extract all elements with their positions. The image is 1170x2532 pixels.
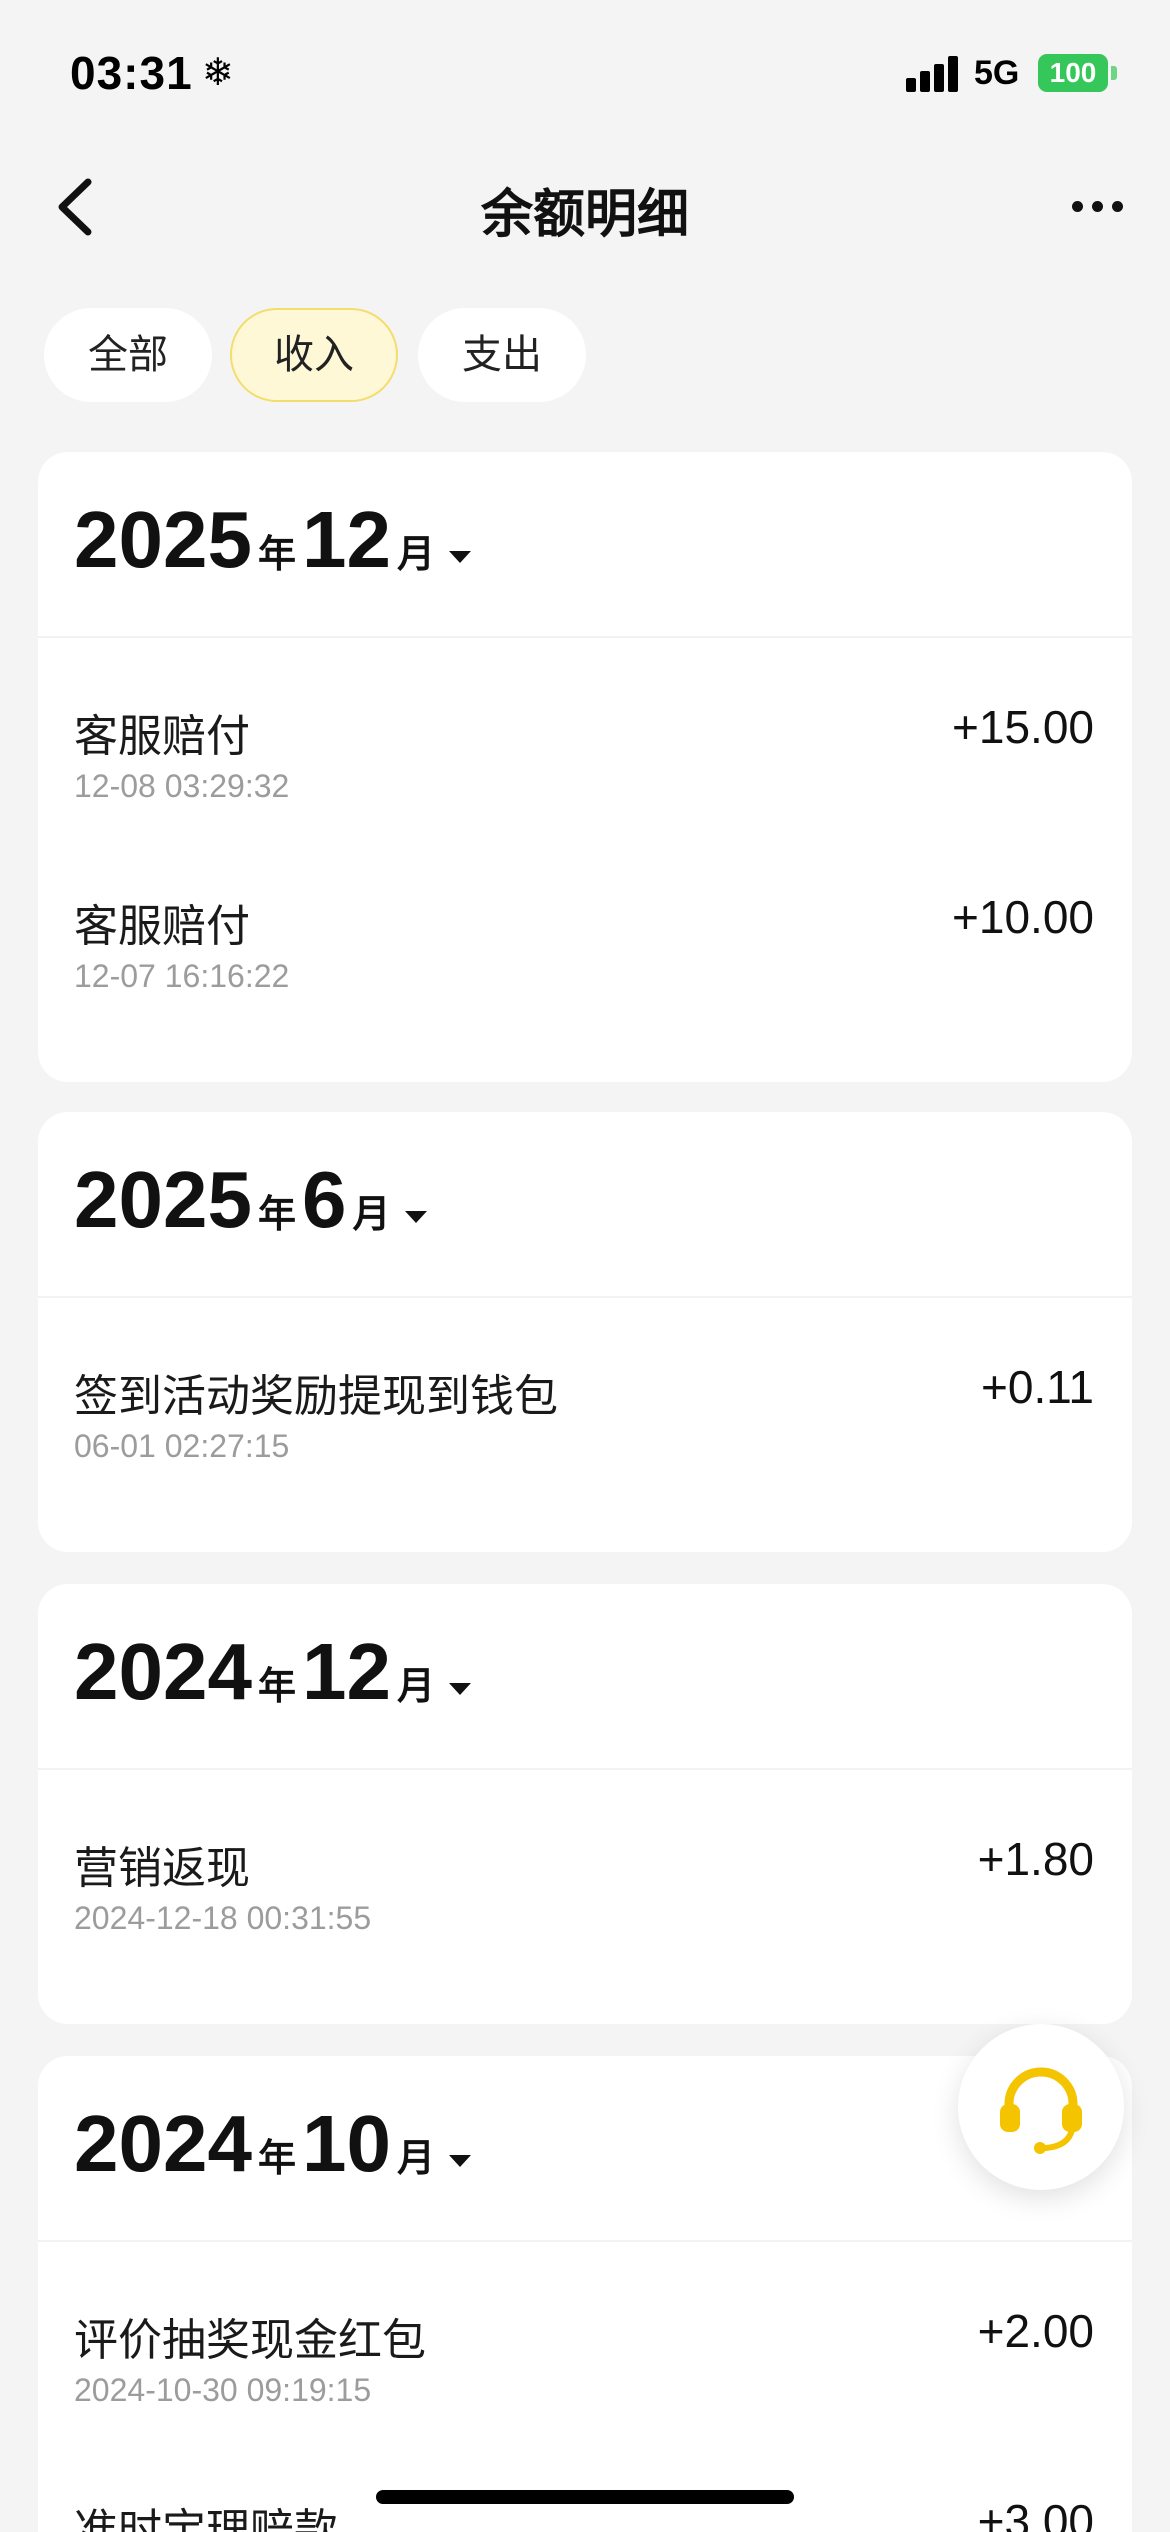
month-unit: 月 [352, 1194, 391, 1236]
month-value: 10 [301, 2099, 391, 2188]
snowflake-icon: ❄ [202, 52, 234, 94]
transaction-amount: +10.00 [952, 891, 1094, 943]
home-indicator[interactable] [376, 2490, 794, 2504]
dropdown-caret-icon [448, 550, 471, 563]
headset-icon [1000, 2067, 1082, 2154]
transaction-title: 客服赔付 [74, 712, 250, 761]
month-selector[interactable]: 2025 年12 月 [74, 494, 471, 586]
month-card: 2025 年6 月 签到活动奖励提现到钱包 06-01 02:27:15 +0.11 [38, 1112, 1132, 1552]
transaction-row[interactable]: 营销返现 2024-12-18 00:31:55 +1.80 [38, 1770, 1132, 1960]
year-value: 2024 [74, 1627, 252, 1716]
transaction-time: 12-08 03:29:32 [74, 768, 290, 804]
month-selector[interactable]: 2024 年10 月 [74, 2098, 471, 2190]
year-value: 2025 [74, 1155, 252, 1244]
transaction-title: 评价抽奖现金红包 [74, 2316, 426, 2365]
year-unit: 年 [257, 1666, 296, 1708]
transaction-title: 签到活动奖励提现到钱包 [74, 1372, 558, 1421]
month-value: 12 [301, 495, 391, 584]
transaction-amount: +15.00 [952, 701, 1094, 753]
month-selector[interactable]: 2025 年6 月 [74, 1154, 427, 1246]
dropdown-caret-icon [448, 1682, 471, 1695]
year-unit: 年 [257, 534, 296, 576]
month-card: 2025 年12 月 客服赔付 12-08 03:29:32 +15.00 客服赔付… [38, 452, 1132, 1082]
more-dots-icon[interactable] [1066, 186, 1130, 226]
month-unit: 月 [396, 534, 435, 576]
month-value: 6 [301, 1155, 347, 1244]
status-bar: 03:31 ❄ 5G 100 [0, 0, 1170, 150]
screen: 03:31 ❄ 5G 100 余额明细 全部 收入 支出 2025 年12 月 客服… [0, 0, 1170, 2532]
dropdown-caret-icon [448, 2154, 471, 2167]
month-header[interactable]: 2025 年6 月 [38, 1112, 1132, 1298]
signal-icon [906, 56, 960, 92]
year-value: 2024 [74, 2099, 252, 2188]
transaction-row[interactable]: 客服赔付 12-08 03:29:32 +15.00 [38, 638, 1132, 828]
transaction-time: 2024-12-18 00:31:55 [74, 1900, 372, 1936]
status-time: 03:31 [70, 47, 193, 99]
dropdown-caret-icon [404, 1210, 427, 1223]
transaction-amount: +2.00 [977, 2305, 1094, 2357]
network-label: 5G [974, 54, 1020, 92]
tab-all[interactable]: 全部 [44, 308, 212, 402]
month-selector[interactable]: 2024 年12 月 [74, 1626, 471, 1718]
month-value: 12 [301, 1627, 391, 1716]
month-header[interactable]: 2024 年12 月 [38, 1584, 1132, 1770]
year-unit: 年 [257, 2138, 296, 2180]
transaction-time: 12-07 16:16:22 [74, 958, 290, 994]
month-unit: 月 [396, 2138, 435, 2180]
transaction-row[interactable]: 客服赔付 12-07 16:16:22 +10.00 [38, 828, 1132, 1018]
month-unit: 月 [396, 1666, 435, 1708]
transaction-row[interactable]: 签到活动奖励提现到钱包 06-01 02:27:15 +0.11 [38, 1298, 1132, 1488]
transaction-title: 客服赔付 [74, 902, 250, 951]
transaction-row[interactable]: 准时宝理赔款 +3.00 [38, 2432, 1132, 2532]
transaction-amount: +3.00 [977, 2495, 1094, 2532]
transaction-time: 2024-10-30 09:19:15 [74, 2372, 372, 2408]
tab-income[interactable]: 收入 [230, 308, 398, 402]
year-value: 2025 [74, 495, 252, 584]
battery-icon: 100 [1038, 54, 1108, 92]
battery-cap [1111, 66, 1117, 80]
transaction-amount: +0.11 [981, 1361, 1094, 1413]
customer-service-button[interactable] [958, 2024, 1124, 2190]
month-card: 2024 年12 月 营销返现 2024-12-18 00:31:55 +1.80 [38, 1584, 1132, 2024]
tab-expense[interactable]: 支出 [418, 308, 586, 402]
battery-level: 100 [1049, 57, 1097, 88]
month-header[interactable]: 2025 年12 月 [38, 452, 1132, 638]
transaction-title: 营销返现 [74, 1844, 250, 1893]
year-unit: 年 [257, 1194, 296, 1236]
page-title: 余额明细 [480, 186, 689, 244]
transaction-time: 06-01 02:27:15 [74, 1428, 290, 1464]
transaction-row[interactable]: 评价抽奖现金红包 2024-10-30 09:19:15 +2.00 [38, 2242, 1132, 2432]
transaction-amount: +1.80 [977, 1833, 1094, 1885]
transaction-title: 准时宝理赔款 [74, 2506, 338, 2532]
